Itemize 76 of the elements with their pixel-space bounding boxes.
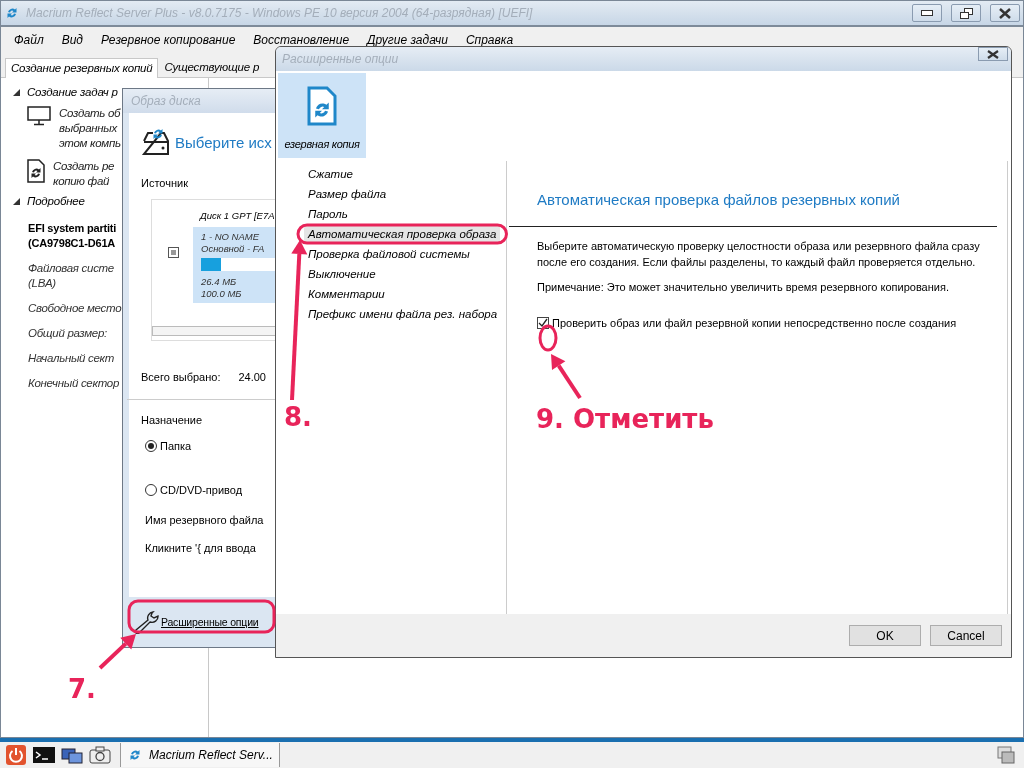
property-label: Свободное место xyxy=(28,301,122,316)
partition-block[interactable]: 1 - NO NAME Основной - FA 26.4 МБ 100.0 МБ xyxy=(193,227,277,303)
wrench-icon xyxy=(133,610,159,634)
note-text: Примечание: Это может значительно увеличить время резервного копирования. xyxy=(537,281,949,293)
disk-label: Диск 1 GPT [E7A xyxy=(198,209,276,221)
drive-icon xyxy=(141,127,171,157)
section-title: Создание задач р xyxy=(27,86,118,98)
network-icon[interactable] xyxy=(61,745,83,765)
field-label: Назначение xyxy=(141,414,203,426)
partition-title: EFI system partiti (CA9798C1-D61A xyxy=(28,221,117,251)
menu-item[interactable]: Восстановление xyxy=(253,33,350,47)
radio-label[interactable]: Папка xyxy=(160,440,192,452)
nav-item[interactable]: Размер файла xyxy=(304,184,391,204)
tab[interactable]: Создание резервных копий xyxy=(5,58,159,78)
menu-item[interactable]: Резервное копирование xyxy=(100,33,236,47)
partition-type: Основной - FA xyxy=(201,243,265,254)
field-label: Имя резервного файла xyxy=(145,514,264,526)
close-button[interactable] xyxy=(978,47,1008,61)
field-label: Всего выбрано: xyxy=(141,371,221,383)
expand-icon[interactable] xyxy=(13,197,20,205)
category-tile[interactable]: езервная копия xyxy=(278,73,366,158)
nav-item[interactable]: Пароль xyxy=(304,204,352,224)
annotation-arrow xyxy=(551,354,582,400)
checkbox[interactable] xyxy=(168,247,179,258)
minimize-icon xyxy=(921,10,933,16)
radio-label[interactable]: CD/DVD-привод xyxy=(160,484,243,496)
partition-name: 1 - NO NAME xyxy=(201,231,260,242)
section-heading: Автоматическая проверка файлов резервных копий xyxy=(537,191,900,208)
restore-button[interactable] xyxy=(951,4,981,22)
cancel-button[interactable]: Cancel xyxy=(930,625,1002,646)
property-label: Начальный сект xyxy=(28,351,115,366)
menu-item[interactable]: Файл xyxy=(14,33,44,47)
menu-item[interactable]: Другие задачи xyxy=(367,33,448,47)
size-text: 100.0 МБ xyxy=(201,288,242,299)
tab[interactable]: Существующие р xyxy=(158,57,266,77)
task-link[interactable]: Создать ре копию фай xyxy=(53,159,115,189)
step-label: 9. Отметить xyxy=(536,404,714,434)
menu-item[interactable]: Справка xyxy=(465,33,514,47)
nav-item[interactable]: Комментарии xyxy=(304,284,389,304)
close-icon xyxy=(999,7,1011,19)
document-sync-icon xyxy=(307,86,337,126)
dialog-heading: Выберите исх xyxy=(175,133,272,151)
radio-button[interactable] xyxy=(145,440,157,452)
field-label: Источник xyxy=(141,177,188,189)
property-label: Конечный сектор xyxy=(28,376,120,391)
nav-item[interactable]: Префикс имени файла рез. набора xyxy=(304,304,502,324)
scrollbar[interactable] xyxy=(152,326,277,336)
power-icon[interactable] xyxy=(5,744,27,766)
size-text: 26.4 МБ xyxy=(201,276,237,287)
radio-button[interactable] xyxy=(145,484,157,496)
checkbox-label[interactable]: Проверить образ или файл резервной копии непосредственно после создания xyxy=(552,317,957,329)
property-label: Файловая систе (LBA) xyxy=(28,261,114,291)
menu-item[interactable]: Вид xyxy=(61,33,83,47)
task-link[interactable]: Создать об выбранных этом компь xyxy=(59,106,121,151)
taskbar-button[interactable]: Macrium Reflect Serv... xyxy=(120,743,280,767)
ok-button[interactable]: OK xyxy=(849,625,921,646)
document-icon xyxy=(27,159,45,183)
camera-icon[interactable] xyxy=(89,745,111,765)
terminal-icon[interactable] xyxy=(33,747,55,763)
dialog-title: Образ диска xyxy=(131,94,201,108)
hint-text: Кликните '{ для ввода xyxy=(145,542,256,554)
section-title: Подробнее xyxy=(27,195,85,207)
description-text: Выберите автоматическую проверку целостности образа или резервного файла сразу после его создания. Если файлы разделены, то каждый файл проверяется отдельно. xyxy=(537,239,981,270)
nav-item[interactable]: Сжатие xyxy=(304,164,357,184)
step-label: 7. xyxy=(68,674,96,704)
nav-item[interactable]: Проверка файловой системы xyxy=(304,244,474,264)
total-value: 24.00 xyxy=(238,371,266,383)
annotation-arrow xyxy=(98,634,136,670)
step-label: 8. xyxy=(284,402,312,432)
nav-item[interactable]: Выключение xyxy=(304,264,380,284)
minimize-button[interactable] xyxy=(912,4,942,22)
close-icon xyxy=(987,49,999,59)
close-button[interactable] xyxy=(990,4,1020,22)
property-label: Общий размер: xyxy=(28,326,107,341)
expand-icon[interactable] xyxy=(13,88,20,96)
restore-icon xyxy=(959,7,973,19)
